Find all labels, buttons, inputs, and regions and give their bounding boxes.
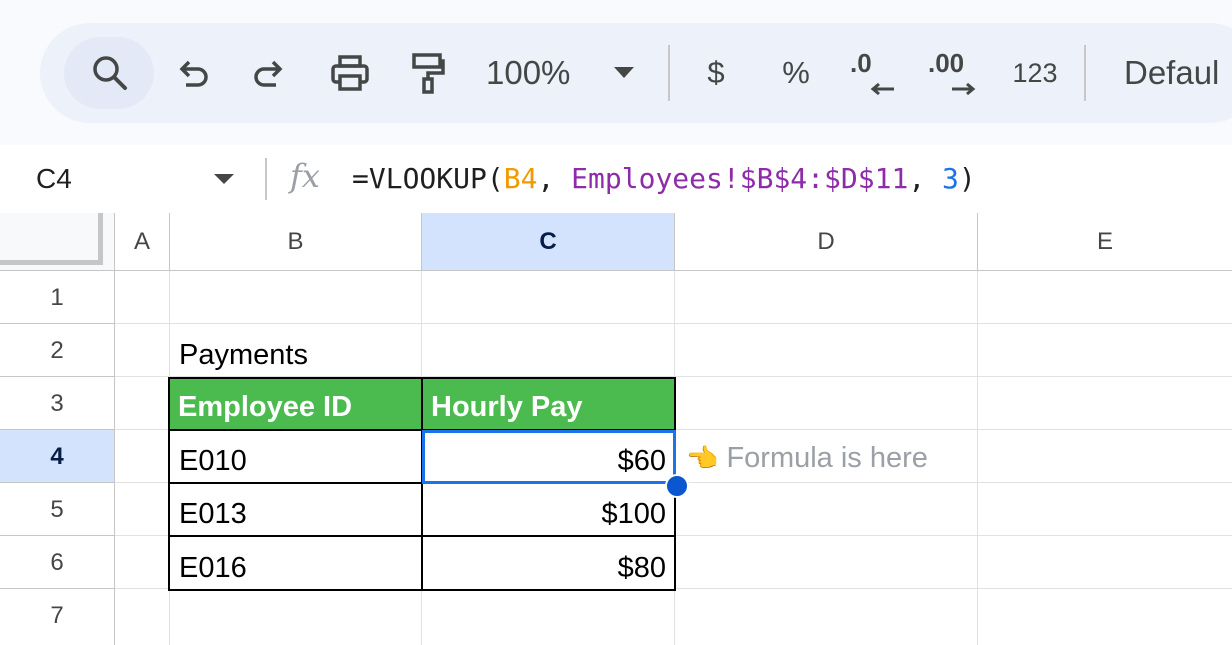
arrow-right-icon (952, 82, 976, 96)
cell-c2[interactable] (422, 324, 675, 377)
paint-format-icon[interactable] (406, 23, 450, 123)
pointing-hand-icon: 👈 (686, 443, 719, 473)
cell-a1[interactable] (115, 271, 170, 324)
row-header-7[interactable]: 7 (0, 589, 115, 645)
toolbar: 100% $ % .0 .00 123 Defaul (40, 23, 1232, 123)
top-bar: 100% $ % .0 .00 123 Defaul (0, 0, 1232, 145)
row-header-4[interactable]: 4 (0, 430, 115, 483)
column-header-b[interactable]: B (170, 213, 422, 271)
number-format-button[interactable]: 123 (1010, 23, 1060, 123)
select-all-corner[interactable] (0, 213, 115, 271)
cell-c6[interactable]: $80 (421, 535, 676, 591)
arrow-left-icon (870, 82, 894, 96)
cell-b2[interactable]: Payments (170, 324, 422, 377)
formula-note-text: Formula is here (726, 442, 928, 474)
fill-handle[interactable] (665, 474, 689, 498)
column-header-d[interactable]: D (675, 213, 978, 271)
freeze-handle[interactable] (0, 213, 103, 265)
row-header-3[interactable]: 3 (0, 377, 115, 430)
row-header-2[interactable]: 2 (0, 324, 115, 377)
spreadsheet-grid: A B C D E 1 2 3 4 5 6 7 Payments Employe… (0, 213, 1232, 645)
fx-icon: fx (290, 157, 320, 195)
formula-sep: , (908, 162, 943, 195)
cell-a3[interactable] (115, 377, 170, 430)
currency-button[interactable]: $ (700, 23, 732, 123)
formula-function: =VLOOKUP( (352, 162, 504, 195)
cell-c1[interactable] (422, 271, 675, 324)
cell-e2[interactable] (978, 324, 1232, 377)
cell-d7[interactable] (675, 589, 978, 645)
cell-e5[interactable] (978, 483, 1232, 536)
cell-e7[interactable] (978, 589, 1232, 645)
cell-e4[interactable] (978, 430, 1232, 483)
cell-d2[interactable] (675, 324, 978, 377)
zoom-select[interactable]: 100% (486, 23, 586, 123)
name-box[interactable]: C4 (36, 145, 72, 213)
undo-icon[interactable] (170, 23, 214, 123)
increase-decimal-button[interactable]: .00 (928, 23, 984, 123)
cell-c7[interactable] (422, 589, 675, 645)
formula-bar-divider (265, 158, 267, 200)
cell-d6[interactable] (675, 536, 978, 589)
cell-a7[interactable] (115, 589, 170, 645)
cell-b1[interactable] (170, 271, 422, 324)
row-header-1[interactable]: 1 (0, 271, 115, 324)
cell-b6[interactable]: E016 (168, 535, 423, 591)
toolbar-divider (1084, 45, 1086, 101)
cell-d3[interactable] (675, 377, 978, 430)
formula-bar: C4 fx =VLOOKUP(B4, Employees!$B$4:$D$11,… (0, 145, 1232, 213)
formula-ref: B4 (503, 162, 538, 195)
search-icon[interactable] (84, 23, 136, 123)
column-header-e[interactable]: E (978, 213, 1232, 271)
formula-input[interactable]: =VLOOKUP(B4, Employees!$B$4:$D$11, 3) (352, 145, 976, 213)
font-select[interactable]: Defaul (1124, 23, 1232, 123)
print-icon[interactable] (326, 23, 374, 123)
cell-a5[interactable] (115, 483, 170, 536)
cell-d5[interactable] (675, 483, 978, 536)
header-employee-id[interactable]: Employee ID (168, 377, 423, 431)
cell-d1[interactable] (675, 271, 978, 324)
formula-close: ) (958, 162, 976, 195)
cell-a2[interactable] (115, 324, 170, 377)
cell-e3[interactable] (978, 377, 1232, 430)
formula-note: 👈 Formula is here (686, 442, 928, 475)
cell-b4[interactable]: E010 (168, 429, 423, 484)
toolbar-divider (668, 45, 670, 101)
row-header-6[interactable]: 6 (0, 536, 115, 589)
percent-button[interactable]: % (778, 23, 814, 123)
header-hourly-pay[interactable]: Hourly Pay (421, 377, 676, 431)
cell-b5[interactable]: E013 (168, 482, 423, 537)
cell-c4[interactable]: $60 (421, 429, 676, 484)
column-header-a[interactable]: A (115, 213, 170, 271)
cell-e6[interactable] (978, 536, 1232, 589)
cell-e1[interactable] (978, 271, 1232, 324)
cell-a6[interactable] (115, 536, 170, 589)
formula-sep: , (537, 162, 572, 195)
sheet-title: Payments (179, 339, 308, 371)
chevron-down-icon[interactable] (612, 23, 636, 123)
redo-icon[interactable] (248, 23, 292, 123)
row-header-5[interactable]: 5 (0, 483, 115, 536)
decrease-decimal-button[interactable]: .0 (850, 23, 900, 123)
column-header-c[interactable]: C (422, 213, 675, 271)
formula-range: Employees!$B$4:$D$11 (571, 162, 909, 195)
zoom-value: 100% (486, 54, 571, 91)
cell-c5[interactable]: $100 (421, 482, 676, 537)
cell-b7[interactable] (170, 589, 422, 645)
chevron-down-icon[interactable] (214, 174, 234, 184)
cell-a4[interactable] (115, 430, 170, 483)
formula-number: 3 (942, 162, 959, 195)
